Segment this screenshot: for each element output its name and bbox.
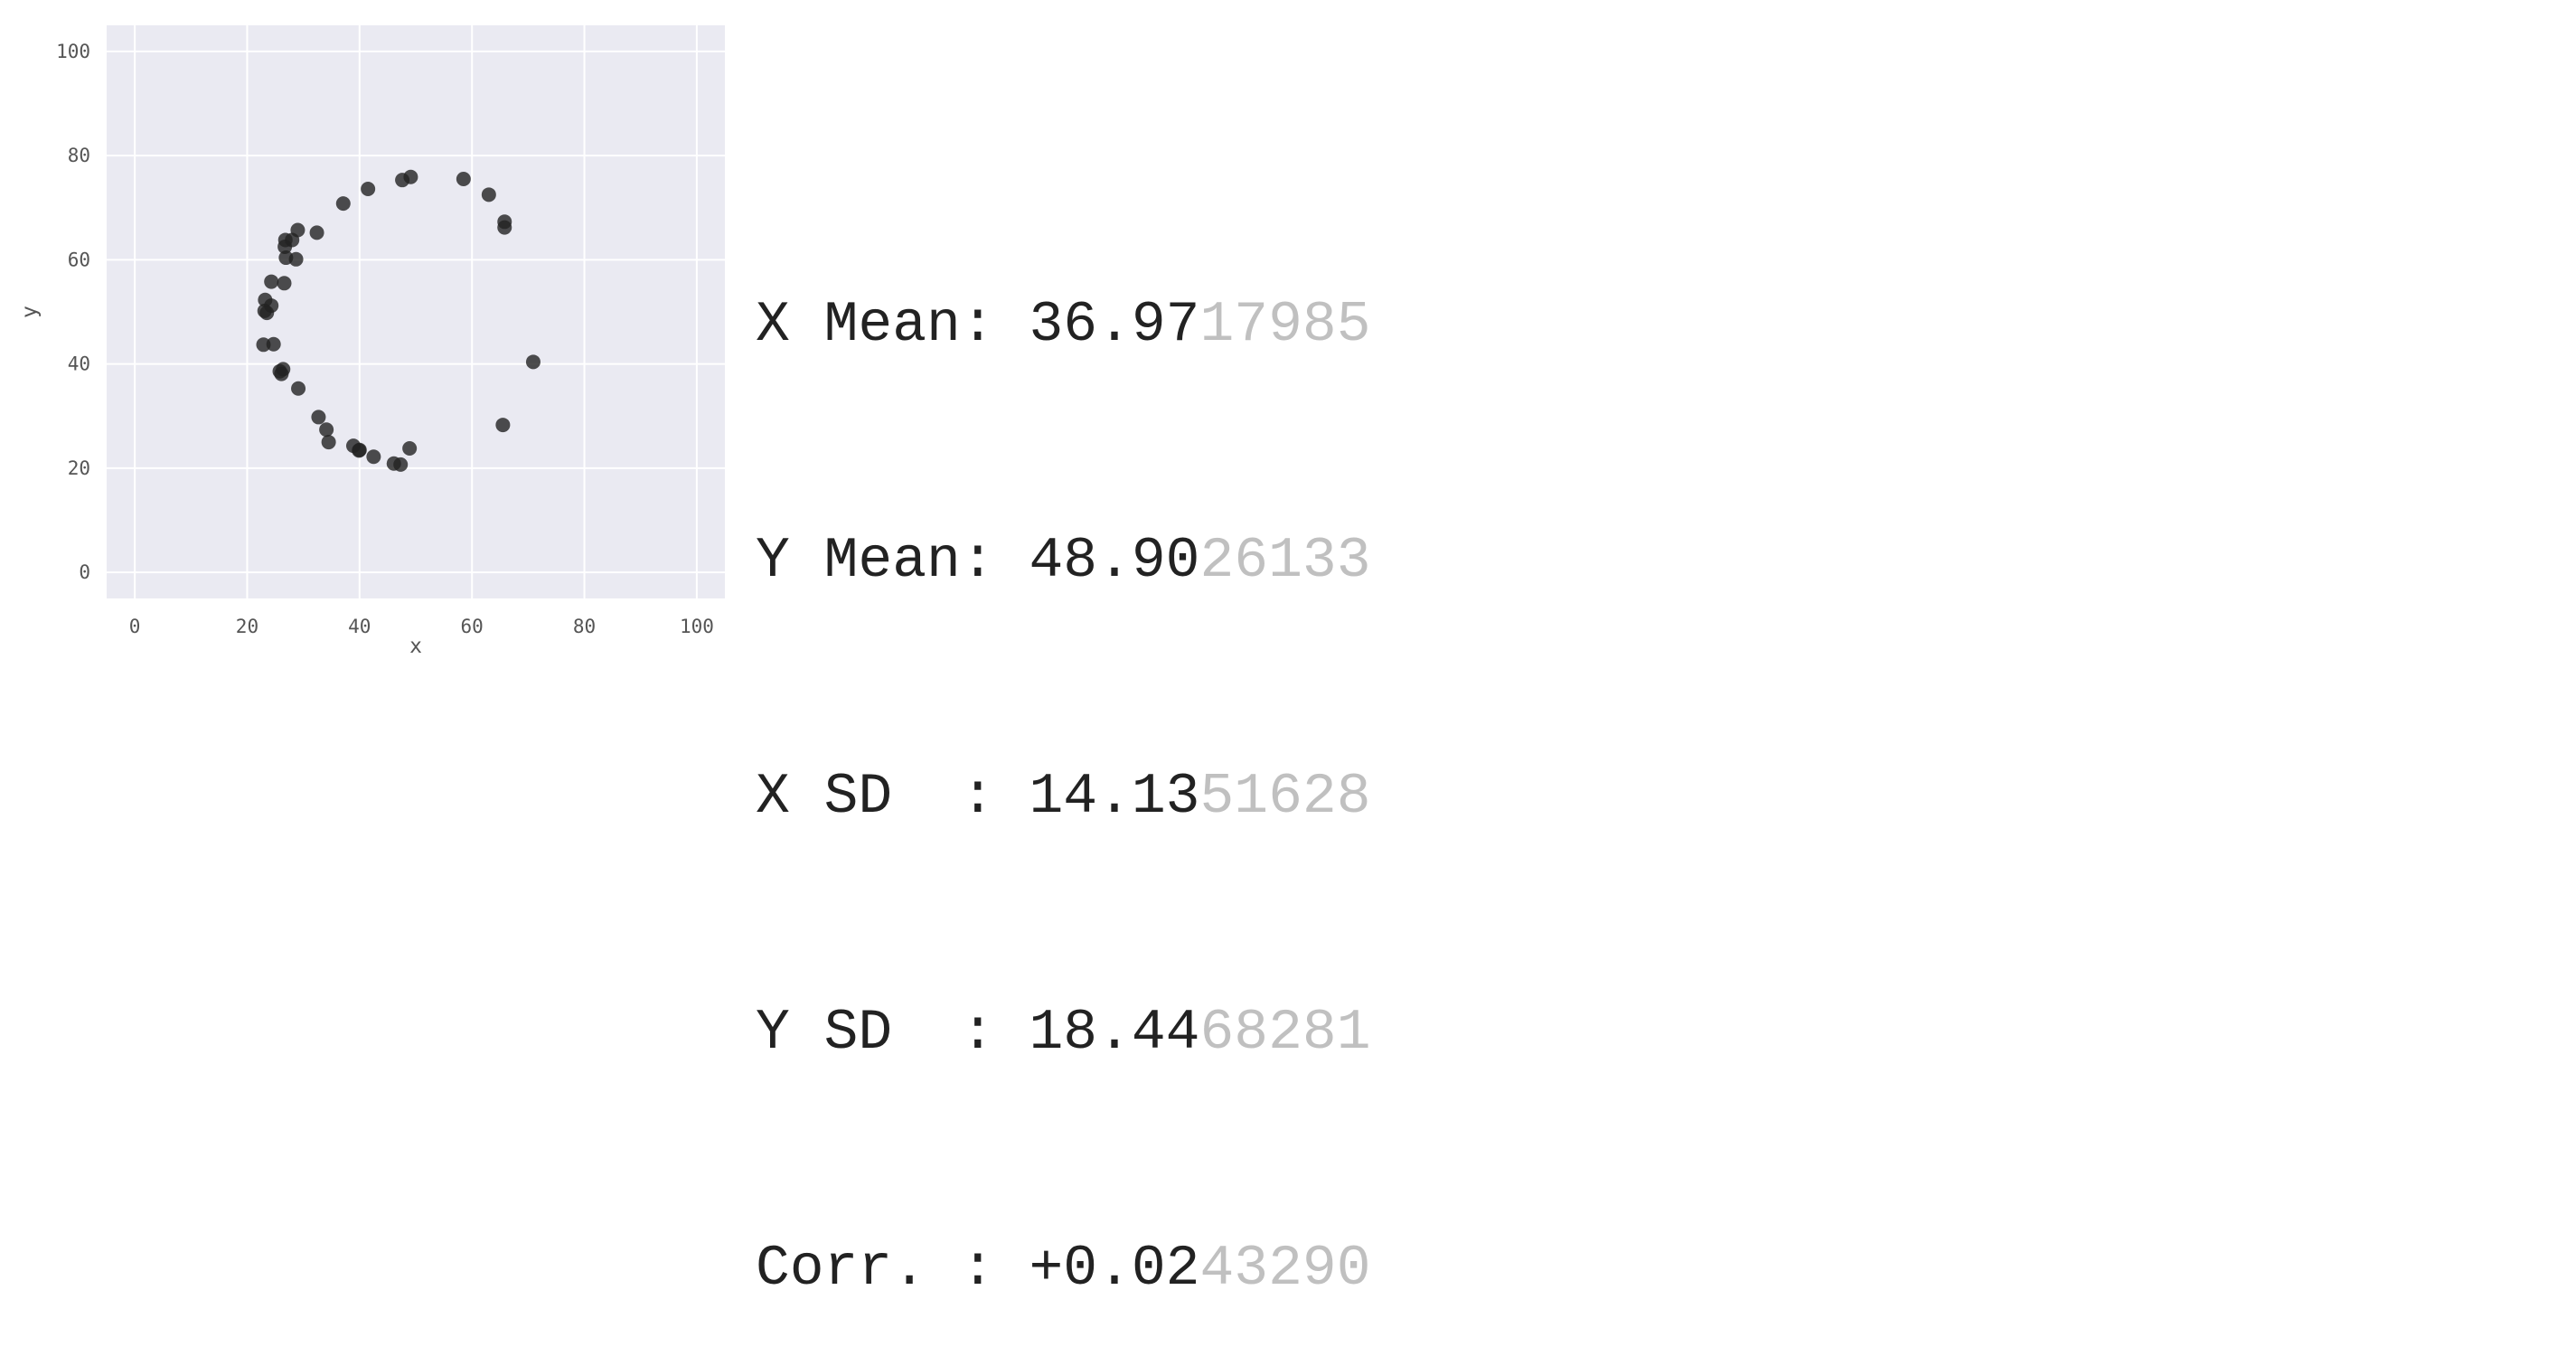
stat-value: 14.13 — [1029, 765, 1200, 829]
stat-label: Corr. : — [756, 1237, 1029, 1301]
x-tick-label: 80 — [573, 616, 596, 637]
y-tick-label: 40 — [68, 353, 90, 375]
x-tick-label: 40 — [348, 616, 371, 637]
scatter-point — [259, 306, 275, 321]
scatter-point — [525, 354, 541, 370]
scatter-point — [481, 187, 496, 202]
scatter-point — [264, 274, 279, 289]
x-tick-label: 20 — [236, 616, 259, 637]
stat-value-faded: 43290 — [1199, 1237, 1371, 1301]
x-tick-label: 100 — [680, 616, 714, 637]
stat-value: 48.90 — [1029, 529, 1200, 593]
scatter-point — [335, 196, 351, 212]
stat-x-sd: X SD : 14.1351628 — [756, 758, 1371, 836]
scatter-point — [352, 442, 367, 457]
stat-value: 18.44 — [1029, 1001, 1200, 1065]
scatter-point — [495, 418, 511, 433]
stat-y-sd: Y SD : 18.4468281 — [756, 993, 1371, 1072]
stat-value-faded: 26133 — [1199, 529, 1371, 593]
scatter-point — [311, 410, 326, 425]
scatter-point — [361, 181, 376, 196]
stat-value: 36.97 — [1029, 293, 1200, 357]
y-tick-label: 20 — [68, 457, 90, 479]
scatter-point — [402, 441, 418, 457]
x-tick-label: 0 — [129, 616, 141, 637]
x-tick-label: 60 — [461, 616, 484, 637]
scatter-chart: 0 20 40 60 80 100 0 20 40 60 80 100 x y — [18, 25, 725, 658]
stat-y-mean: Y Mean: 48.9026133 — [756, 522, 1371, 600]
scatter-point — [366, 449, 381, 465]
stat-value-faded: 68281 — [1199, 1001, 1371, 1065]
y-axis-label: y — [18, 306, 42, 318]
stat-label: Y SD : — [756, 1001, 1029, 1065]
stat-label: Y Mean: — [756, 529, 1029, 593]
stat-correlation: Corr. : +0.0243290 — [756, 1229, 1371, 1308]
scatter-point — [309, 225, 324, 240]
stat-value-faded: 17985 — [1199, 293, 1371, 357]
scatter-point — [277, 276, 292, 291]
stat-label: X Mean: — [756, 293, 1029, 357]
scatter-point — [497, 220, 512, 235]
summary-statistics: X Mean: 36.9717985 Y Mean: 48.9026133 X … — [756, 128, 1371, 1356]
scatter-point — [266, 336, 281, 352]
plot-area — [107, 25, 725, 598]
stat-label: X SD : — [756, 765, 1029, 829]
stat-value: +0.02 — [1029, 1237, 1200, 1301]
scatter-point — [291, 381, 306, 396]
scatter-point — [456, 172, 471, 187]
scatter-point — [395, 173, 410, 188]
scatter-point — [274, 366, 289, 381]
stat-value-faded: 51628 — [1199, 765, 1371, 829]
y-tick-label: 60 — [68, 249, 90, 270]
y-tick-label: 100 — [56, 41, 90, 62]
scatter-point — [288, 251, 304, 267]
scatter-point — [393, 457, 409, 472]
x-axis-label: x — [409, 635, 422, 658]
scatter-point — [319, 422, 334, 438]
scatter-point — [321, 435, 336, 450]
y-tick-label: 80 — [68, 145, 90, 166]
stat-x-mean: X Mean: 36.9717985 — [756, 286, 1371, 364]
y-tick-label: 0 — [79, 561, 90, 583]
